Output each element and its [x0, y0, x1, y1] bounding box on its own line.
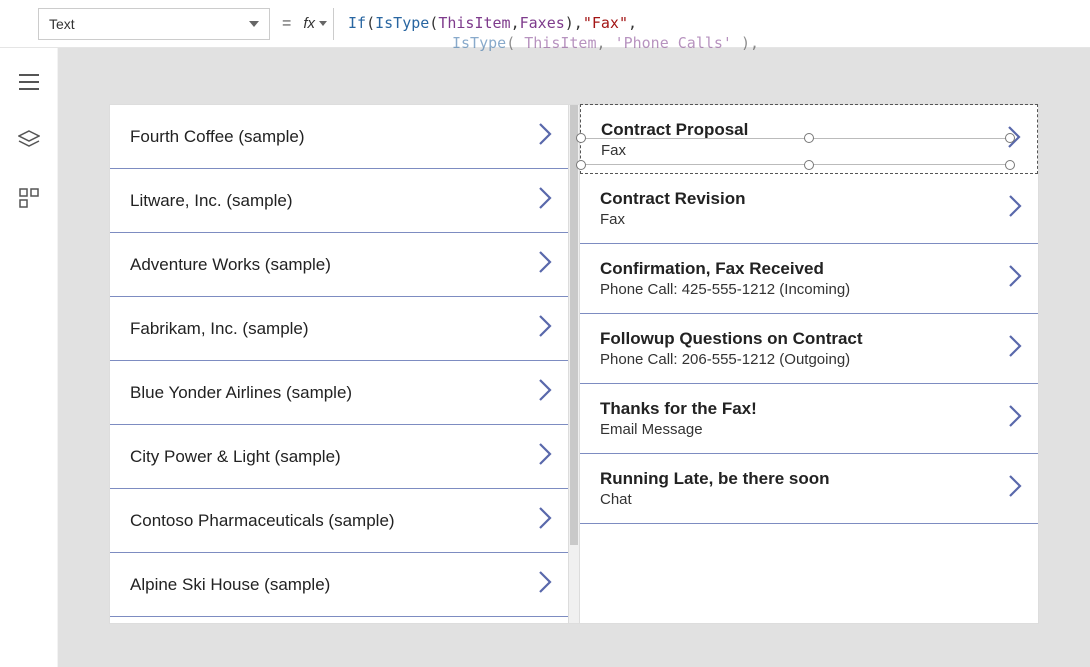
account-item[interactable]: Adventure Works (sample) [110, 233, 568, 297]
chevron-right-icon[interactable] [1008, 474, 1024, 503]
account-item[interactable]: Contoso Pharmaceuticals (sample) [110, 489, 568, 553]
activity-text: Running Late, be there soon Chat [600, 469, 830, 508]
resize-handle[interactable] [1005, 160, 1015, 170]
left-rail [0, 48, 58, 667]
chevron-right-icon[interactable] [538, 122, 554, 151]
resize-handle[interactable] [1005, 133, 1015, 143]
activity-item[interactable]: Contract Revision Fax [580, 174, 1038, 244]
chevron-right-icon[interactable] [538, 250, 554, 279]
account-item[interactable]: Fourth Coffee (sample) [110, 105, 568, 169]
account-item[interactable]: Litware, Inc. (sample) [110, 169, 568, 233]
activity-title: Followup Questions on Contract [600, 329, 863, 349]
activity-item[interactable]: Confirmation, Fax Received Phone Call: 42… [580, 244, 1038, 314]
activity-item[interactable]: Contract Proposal Fax [580, 104, 1038, 174]
chevron-right-icon[interactable] [538, 378, 554, 407]
chevron-right-icon[interactable] [538, 570, 554, 599]
activity-text: Contract Revision Fax [600, 189, 745, 228]
activity-title: Thanks for the Fax! [600, 399, 757, 419]
activity-text: Thanks for the Fax! Email Message [600, 399, 757, 438]
chevron-down-icon [319, 21, 327, 26]
activity-subtitle: Email Message [600, 421, 757, 438]
account-label: Alpine Ski House (sample) [130, 575, 330, 595]
workspace: Fourth Coffee (sample) Litware, Inc. (sam… [0, 48, 1090, 667]
account-label: Fourth Coffee (sample) [130, 127, 304, 147]
activity-subtitle: Chat [600, 491, 830, 508]
formula-overflow: IsType( ThisItem, 'Phone Calls' ), [452, 34, 759, 52]
activities-gallery[interactable]: Contract Proposal Fax Contract Revision Fax… [580, 105, 1038, 623]
activity-item[interactable]: Thanks for the Fax! Email Message [580, 384, 1038, 454]
account-item[interactable]: Alpine Ski House (sample) [110, 553, 568, 617]
layers-icon[interactable] [17, 128, 41, 152]
chevron-right-icon[interactable] [1008, 194, 1024, 223]
account-label: City Power & Light (sample) [130, 447, 341, 467]
activity-text: Confirmation, Fax Received Phone Call: 42… [600, 259, 850, 298]
chevron-right-icon[interactable] [1008, 264, 1024, 293]
account-item[interactable]: City Power & Light (sample) [110, 425, 568, 489]
activity-subtitle: Phone Call: 206-555-1212 (Outgoing) [600, 351, 863, 368]
chevron-right-icon[interactable] [1008, 334, 1024, 363]
account-label: Litware, Inc. (sample) [130, 191, 293, 211]
account-item[interactable]: Fabrikam, Inc. (sample) [110, 297, 568, 361]
resize-handle[interactable] [804, 160, 814, 170]
scrollbar-thumb[interactable] [570, 105, 578, 545]
resize-handle[interactable] [576, 133, 586, 143]
activity-title: Contract Revision [600, 189, 745, 209]
account-label: Contoso Pharmaceuticals (sample) [130, 511, 395, 531]
chevron-right-icon[interactable] [538, 186, 554, 215]
account-label: Adventure Works (sample) [130, 255, 331, 275]
activity-subtitle: Phone Call: 425-555-1212 (Incoming) [600, 281, 850, 298]
activity-subtitle: Fax [600, 211, 745, 228]
chevron-right-icon[interactable] [538, 442, 554, 471]
canvas: Fourth Coffee (sample) Litware, Inc. (sam… [58, 48, 1090, 667]
screen: Fourth Coffee (sample) Litware, Inc. (sam… [109, 104, 1039, 624]
property-selector-label: Text [49, 16, 75, 32]
hamburger-icon[interactable] [17, 70, 41, 94]
account-label: Blue Yonder Airlines (sample) [130, 383, 352, 403]
activity-subtitle: Fax [601, 142, 748, 159]
chevron-down-icon [249, 21, 259, 27]
activity-text: Followup Questions on Contract Phone Call… [600, 329, 863, 368]
chevron-right-icon[interactable] [538, 314, 554, 343]
activity-title: Confirmation, Fax Received [600, 259, 850, 279]
account-item[interactable]: Blue Yonder Airlines (sample) [110, 361, 568, 425]
fx-label[interactable]: fx [303, 15, 327, 32]
activity-title: Running Late, be there soon [600, 469, 830, 489]
activity-item[interactable]: Followup Questions on Contract Phone Call… [580, 314, 1038, 384]
components-icon[interactable] [17, 186, 41, 210]
account-label: Fabrikam, Inc. (sample) [130, 319, 309, 339]
scrollbar[interactable] [568, 105, 580, 623]
equals-label: = [282, 15, 291, 33]
chevron-right-icon[interactable] [538, 506, 554, 535]
chevron-right-icon[interactable] [1008, 404, 1024, 433]
resize-handle[interactable] [576, 160, 586, 170]
resize-handle[interactable] [804, 133, 814, 143]
activity-text: Contract Proposal Fax [601, 120, 748, 159]
accounts-gallery[interactable]: Fourth Coffee (sample) Litware, Inc. (sam… [110, 105, 568, 623]
property-selector[interactable]: Text [38, 8, 270, 40]
activity-item[interactable]: Running Late, be there soon Chat [580, 454, 1038, 524]
activity-title: Contract Proposal [601, 120, 748, 140]
